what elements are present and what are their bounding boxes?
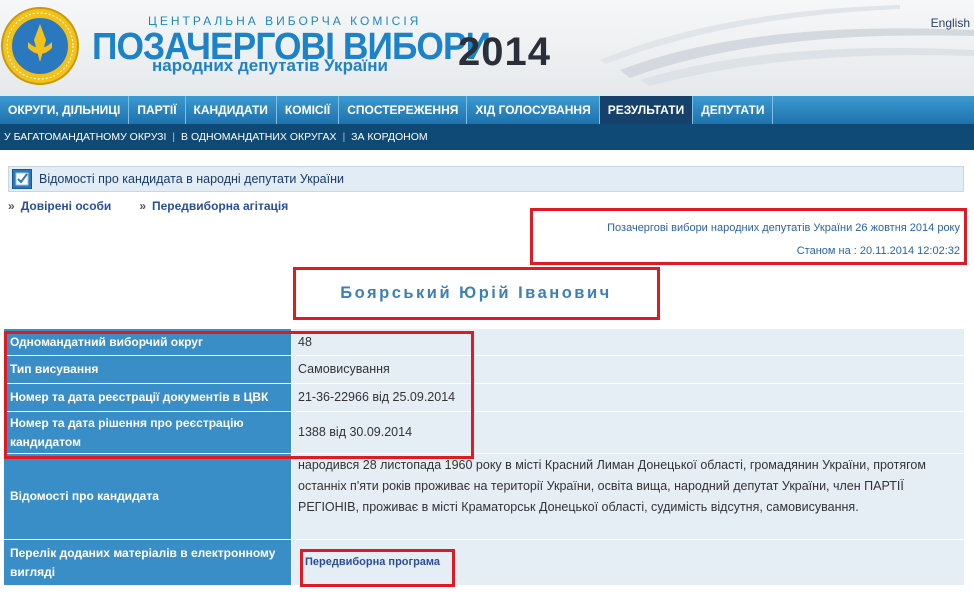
site-header: ЦЕНТРАЛЬНА ВИБОРЧА КОМІСІЯ ПОЗАЧЕРГОВІ В… bbox=[0, 0, 974, 96]
checkmark-icon bbox=[15, 172, 29, 186]
table-row: Номер та дата рішення про реєстрацію кан… bbox=[4, 412, 964, 454]
nav-item-5[interactable]: ХІД ГОЛОСУВАННЯ bbox=[467, 96, 600, 124]
table-row: Перелік доданих матеріалів в електронном… bbox=[4, 540, 964, 586]
nav-item-0[interactable]: ОКРУГИ, ДІЛЬНИЦІ bbox=[0, 96, 130, 124]
separator-icon: | bbox=[342, 131, 346, 143]
nav-item-6[interactable]: РЕЗУЛЬТАТИ bbox=[599, 96, 694, 124]
materials-label: Перелік доданих матеріалів в електронном… bbox=[4, 540, 292, 585]
candidate-info-table: Одномандатний виборчий округ 48 Тип вису… bbox=[4, 329, 964, 586]
banner-year: 2014 bbox=[458, 30, 551, 74]
tab-trusted-persons[interactable]: Довірені особи bbox=[21, 199, 112, 213]
biography-value: народився 28 листопада 1960 року в місті… bbox=[292, 454, 964, 539]
registration-decision-label: Номер та дата рішення про реєстрацію кан… bbox=[4, 412, 292, 453]
table-row: Тип висування Самовисування bbox=[4, 356, 964, 384]
nav-item-2[interactable]: КАНДИДАТИ bbox=[186, 96, 277, 124]
nav-item-1[interactable]: ПАРТІЇ bbox=[129, 96, 186, 124]
cvk-emblem-icon[interactable] bbox=[0, 2, 80, 94]
candidate-tabs: » Довірені особи » Передвиборна агітація bbox=[8, 196, 964, 216]
status-timestamp: Станом на : 20.11.2014 12:02:32 bbox=[796, 245, 960, 257]
nav-item-4[interactable]: СПОСТЕРЕЖЕННЯ bbox=[339, 96, 468, 124]
main-navigation: ОКРУГИ, ДІЛЬНИЦІ ПАРТІЇ КАНДИДАТИ КОМІСІЇ СП… bbox=[0, 96, 974, 124]
separator-icon: | bbox=[172, 131, 176, 143]
sub-nav-item-0[interactable]: У БАГАТОМАНДАТНОМУ ОКРУЗІ bbox=[2, 131, 168, 143]
tab-arrow-icon: » bbox=[139, 199, 146, 213]
election-title-link[interactable]: Позачергові вибори народних депутатів Ук… bbox=[607, 222, 960, 234]
nav-item-7[interactable]: ДЕПУТАТИ bbox=[693, 96, 774, 124]
results-sub-navigation: У БАГАТОМАНДАТНОМУ ОКРУЗІ | В ОДНОМАНДАТНИ… bbox=[0, 124, 974, 150]
table-row: Відомості про кандидата народився 28 лис… bbox=[4, 454, 964, 540]
district-value: 48 bbox=[292, 329, 964, 355]
sub-nav-item-2[interactable]: ЗА КОРДОНОМ bbox=[349, 131, 430, 143]
nav-item-3[interactable]: КОМІСІЇ bbox=[277, 96, 340, 124]
tab-campaigning[interactable]: Передвиборна агітація bbox=[152, 199, 288, 213]
nomination-label: Тип висування bbox=[4, 356, 292, 383]
section-title: Відомості про кандидата в народні депута… bbox=[39, 172, 344, 186]
registration-decision-value: 1388 від 30.09.2014 bbox=[292, 412, 964, 453]
candidate-name: Боярський Юрій Іванович bbox=[340, 284, 612, 302]
election-program-link[interactable]: Передвиборна програма bbox=[305, 552, 440, 573]
biography-label: Відомості про кандидата bbox=[4, 454, 292, 539]
decorative-swoosh bbox=[600, 5, 974, 86]
cvk-registration-value: 21-36-22966 від 25.09.2014 bbox=[292, 384, 964, 411]
sub-nav-item-1[interactable]: В ОДНОМАНДАТНИХ ОКРУГАХ bbox=[179, 131, 339, 143]
materials-value: Передвиборна програма bbox=[292, 540, 964, 585]
english-language-link[interactable]: English bbox=[931, 16, 970, 30]
checkbox-icon bbox=[12, 169, 32, 189]
district-label: Одномандатний виборчий округ bbox=[4, 329, 292, 355]
nomination-value: Самовисування bbox=[292, 356, 964, 383]
page-banner-subtitle: народних депутатів України bbox=[152, 56, 388, 75]
tab-arrow-icon: » bbox=[8, 199, 15, 213]
table-row: Номер та дата реєстрації документів в ЦВ… bbox=[4, 384, 964, 412]
cvk-registration-label: Номер та дата реєстрації документів в ЦВ… bbox=[4, 384, 292, 411]
section-header: Відомості про кандидата в народні депута… bbox=[8, 166, 964, 192]
table-row: Одномандатний виборчий округ 48 bbox=[4, 329, 964, 356]
